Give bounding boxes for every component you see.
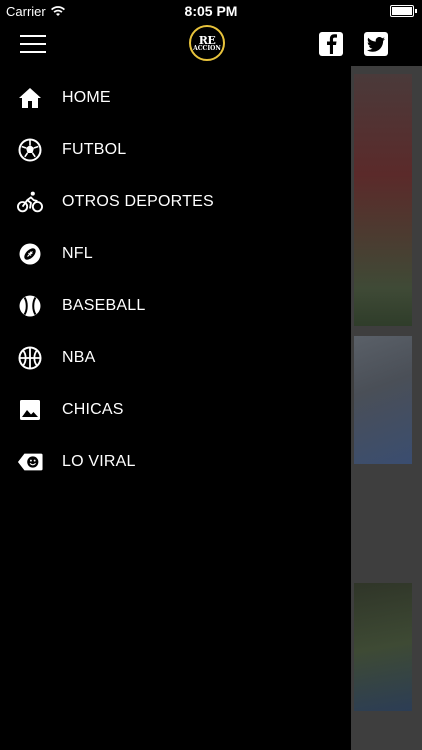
basketball-icon (17, 345, 43, 371)
status-bar: Carrier 8:05 PM (0, 0, 422, 22)
menu-item-nba[interactable]: NBA (0, 332, 351, 384)
logo-text-re: RE (198, 33, 216, 47)
menu-item-lo-viral[interactable]: LO VIRAL (0, 436, 351, 488)
menu-item-otros-deportes[interactable]: OTROS DEPORTES (0, 176, 351, 228)
menu-item-futbol[interactable]: FUTBOL (0, 124, 351, 176)
app-logo[interactable]: RE ACCION (189, 25, 225, 61)
menu-item-label: NFL (62, 245, 93, 262)
battery-icon (390, 5, 417, 17)
image-icon (17, 397, 43, 423)
news-card-image[interactable] (354, 583, 412, 711)
main-content-behind-drawer (351, 66, 422, 750)
menu-item-label: BASEBALL (62, 297, 146, 314)
menu-item-label: LO VIRAL (62, 453, 136, 470)
nav-bar: RE ACCION (0, 22, 422, 66)
menu-item-chicas[interactable]: CHICAS (0, 384, 351, 436)
menu-item-label: CHICAS (62, 401, 124, 418)
menu-item-label: NBA (62, 349, 96, 366)
menu-item-label: OTROS DEPORTES (62, 193, 214, 210)
football-icon (17, 241, 43, 267)
home-icon (17, 85, 43, 111)
side-drawer: HOME FUTBOL OTROS DEPORTES NFL BASEBALL (0, 66, 351, 750)
news-card-image[interactable] (354, 74, 412, 326)
menu-item-baseball[interactable]: BASEBALL (0, 280, 351, 332)
smiley-tag-icon (17, 449, 43, 475)
bicycle-icon (17, 189, 43, 215)
menu-item-nfl[interactable]: NFL (0, 228, 351, 280)
soccer-ball-icon (17, 137, 43, 163)
hamburger-menu-icon[interactable] (20, 35, 46, 53)
news-card-image[interactable] (354, 336, 412, 464)
clock: 8:05 PM (184, 3, 238, 19)
menu-item-home[interactable]: HOME (0, 72, 351, 124)
menu-item-label: HOME (62, 89, 111, 106)
logo-text-accion: ACCION (193, 44, 221, 52)
facebook-icon[interactable] (319, 32, 343, 56)
twitter-icon[interactable] (364, 32, 388, 56)
baseball-icon (17, 293, 43, 319)
menu-item-label: FUTBOL (62, 141, 127, 158)
